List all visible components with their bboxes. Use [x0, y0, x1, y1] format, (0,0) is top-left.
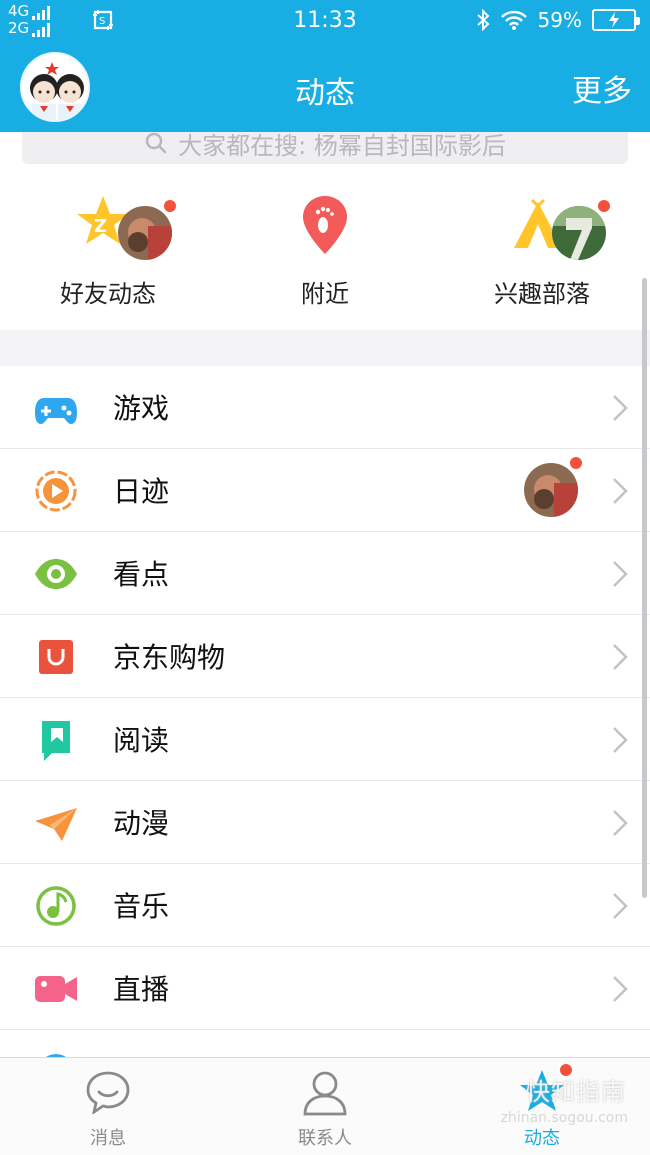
book-icon [42, 721, 70, 761]
battery-icon [592, 9, 640, 31]
list-item-label: 直播 [113, 973, 170, 1006]
list-item-partial[interactable] [0, 1030, 650, 1057]
shopping-bag-icon [39, 640, 73, 674]
interest-tribe-entry[interactable]: 兴趣部落 [452, 194, 632, 309]
friend-feeds-label: 好友动态 [60, 280, 156, 308]
music-note-icon [36, 886, 76, 926]
chevron-right-icon [613, 644, 628, 670]
list-item-label: 动漫 [113, 807, 170, 840]
tab-contacts-label: 联系人 [298, 1128, 352, 1149]
tribe-thumbnail [552, 206, 606, 260]
chevron-right-icon [613, 727, 628, 753]
list-item-highlights[interactable]: 看点 [0, 532, 650, 615]
page-title: 动态 [295, 76, 355, 111]
list-item-label: 音乐 [113, 890, 170, 923]
partial-icon [46, 1054, 66, 1057]
list-item-label: 京东购物 [113, 641, 226, 674]
list-item-label: 看点 [113, 558, 170, 591]
quick-entry-section: 大家都在搜: 杨幂自封国际影后 Z 好友动态 附近 兴趣部落 [0, 132, 650, 330]
friend-thumbnail [118, 206, 172, 260]
chevron-right-icon [613, 976, 628, 1002]
battery-percent: 59% [537, 8, 582, 32]
status-bar: 4G 2G S 11:33 59% [0, 0, 650, 42]
unread-badge [568, 455, 584, 471]
list-item-label: 日迹 [113, 475, 170, 508]
tab-contacts[interactable]: 联系人 [265, 1058, 385, 1155]
gamepad-icon [35, 398, 77, 424]
title-bar: 动态 更多 [0, 42, 650, 132]
list-item-anime[interactable]: 动漫 [0, 781, 650, 864]
tab-messages[interactable]: 消息 [48, 1058, 168, 1155]
person-icon [303, 1071, 347, 1116]
chevron-right-icon [613, 478, 628, 504]
list-item-label: 阅读 [113, 724, 170, 757]
feature-list: 游戏 日迹 看点 京东购物 阅读 动漫 音乐 直播 [0, 366, 650, 1057]
unread-badge [596, 198, 612, 214]
daily-trace-thumbnail [524, 463, 578, 517]
eye-icon [35, 559, 77, 589]
scrollbar[interactable] [642, 278, 647, 898]
list-item-jd-shopping[interactable]: 京东购物 [0, 615, 650, 698]
search-placeholder: 大家都在搜: 杨幂自封国际影后 [178, 132, 506, 160]
watermark-url: zhinan.sogou.com [500, 1110, 628, 1126]
chat-bubble-icon [86, 1071, 130, 1114]
friend-feeds-entry[interactable]: Z 好友动态 [18, 194, 198, 309]
more-button[interactable]: 更多 [572, 66, 632, 110]
nearby-label: 附近 [301, 280, 349, 308]
unread-badge [162, 198, 178, 214]
list-item-game[interactable]: 游戏 [0, 366, 650, 449]
bluetooth-icon [476, 9, 489, 31]
list-item-label: 游戏 [113, 392, 170, 425]
list-item-music[interactable]: 音乐 [0, 864, 650, 947]
watermark: 快知指南 [526, 1078, 626, 1106]
chevron-right-icon [613, 395, 628, 421]
location-pin-icon [303, 196, 347, 254]
svg-text:Z: Z [94, 216, 107, 237]
chevron-right-icon [613, 893, 628, 919]
list-item-live[interactable]: 直播 [0, 947, 650, 1030]
interest-tribe-label: 兴趣部落 [494, 280, 590, 308]
tab-messages-label: 消息 [90, 1128, 126, 1149]
nearby-entry[interactable]: 附近 [235, 194, 415, 309]
chevron-right-icon [613, 561, 628, 587]
search-icon [145, 132, 167, 154]
video-camera-icon [35, 976, 77, 1002]
chevron-right-icon [613, 810, 628, 836]
play-ring-icon [35, 470, 77, 512]
bottom-nav: 消息 联系人 动态 快知指南 zhinan.sogou.com [0, 1057, 650, 1155]
list-item-reading[interactable]: 阅读 [0, 698, 650, 781]
search-input[interactable]: 大家都在搜: 杨幂自封国际影后 [22, 132, 628, 164]
main-content: 大家都在搜: 杨幂自封国际影后 Z 好友动态 附近 兴趣部落 游戏 日迹 看点 … [0, 132, 650, 1057]
paper-plane-icon [35, 808, 77, 841]
list-item-daily-trace[interactable]: 日迹 [0, 449, 650, 532]
wifi-icon [500, 10, 527, 30]
tab-feeds-label: 动态 [524, 1128, 560, 1149]
